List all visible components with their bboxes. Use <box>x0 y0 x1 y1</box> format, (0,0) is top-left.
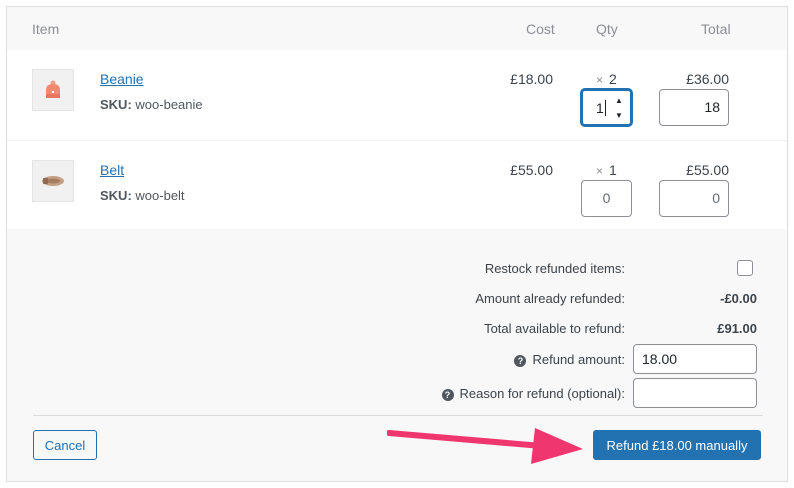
item-total: £55.00 <box>686 162 729 178</box>
restock-label: Restock refunded items: <box>484 261 625 276</box>
sku-value: woo-beanie <box>135 97 203 112</box>
refund-amount-text: Refund amount: <box>532 352 625 367</box>
beanie-icon <box>46 80 60 98</box>
arrow-annotation-icon <box>387 428 583 464</box>
product-link-belt[interactable]: Belt <box>100 162 124 178</box>
sku-label: SKU: <box>100 97 132 112</box>
header-item: Item <box>32 21 60 37</box>
qty-prefix: × <box>596 73 604 87</box>
qty-value: 1 <box>609 162 617 178</box>
sku-value: woo-belt <box>135 188 185 203</box>
table-row: Belt SKU: woo-belt £55.00 × 1 £55.00 0 0 <box>7 140 787 230</box>
refund-manually-button[interactable]: Refund £18.00 manually <box>593 430 761 460</box>
item-qty: × 2 <box>596 71 617 87</box>
product-sku: SKU: woo-belt <box>100 188 185 203</box>
header-total: Total <box>701 21 731 37</box>
reason-label: ? Reason for refund (optional): <box>441 386 625 401</box>
stepper-up-icon[interactable]: ▲ <box>615 96 623 105</box>
refund-qty-value: 1 <box>596 100 604 116</box>
help-icon[interactable]: ? <box>441 389 454 401</box>
already-refunded-value: -£0.00 <box>720 291 757 306</box>
header-cost: Cost <box>526 21 555 37</box>
item-qty: × 1 <box>596 162 617 178</box>
reason-input[interactable] <box>633 378 757 408</box>
product-thumbnail-belt <box>32 160 74 202</box>
table-row: Beanie SKU: woo-beanie £18.00 × 2 £36.00 … <box>7 50 787 140</box>
refund-total-input-belt[interactable]: 0 <box>659 180 729 217</box>
item-cost: £55.00 <box>510 162 553 178</box>
reason-text: Reason for refund (optional): <box>459 386 625 401</box>
divider <box>33 415 763 416</box>
refund-panel: Item Cost Qty Total Beanie SKU: woo-bean… <box>6 6 788 482</box>
header-qty: Qty <box>596 21 618 37</box>
restock-checkbox[interactable] <box>737 260 753 276</box>
belt-icon <box>42 176 64 186</box>
refund-amount-input[interactable]: 18.00 <box>633 344 757 374</box>
sku-label: SKU: <box>100 188 132 203</box>
cancel-button[interactable]: Cancel <box>33 430 97 460</box>
product-sku: SKU: woo-beanie <box>100 97 203 112</box>
qty-prefix: × <box>596 164 604 178</box>
qty-value: 2 <box>609 71 617 87</box>
available-refund-label: Total available to refund: <box>484 321 625 336</box>
text-cursor: ​ <box>604 100 606 116</box>
refund-amount-label: ? Refund amount: <box>514 352 625 367</box>
product-link-beanie[interactable]: Beanie <box>100 71 144 87</box>
refund-total-input-beanie[interactable]: 18 <box>659 89 729 126</box>
item-cost: £18.00 <box>510 71 553 87</box>
items-list: Beanie SKU: woo-beanie £18.00 × 2 £36.00 … <box>7 50 787 229</box>
available-refund-value: £91.00 <box>717 321 757 336</box>
product-thumbnail-beanie <box>32 69 74 111</box>
items-table-header: Item Cost Qty Total <box>7 7 787 50</box>
already-refunded-label: Amount already refunded: <box>475 291 625 306</box>
help-icon[interactable]: ? <box>514 355 527 367</box>
qty-stepper[interactable]: ▲ ▼ <box>613 96 625 120</box>
refund-qty-input-belt[interactable]: 0 <box>581 180 632 217</box>
item-total: £36.00 <box>686 71 729 87</box>
stepper-down-icon[interactable]: ▼ <box>615 111 623 120</box>
refund-qty-input-beanie[interactable]: 1​ ▲ ▼ <box>581 89 632 126</box>
